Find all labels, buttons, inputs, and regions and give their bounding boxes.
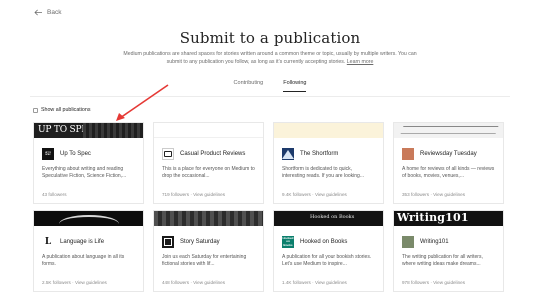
mountain-icon <box>282 148 294 160</box>
publication-banner: Hooked on Books <box>274 211 383 226</box>
publication-banner <box>154 211 263 226</box>
page-title: Submit to a publication <box>179 29 361 47</box>
publication-description: A home for reviews of all kinds — review… <box>402 166 495 180</box>
publication-banner <box>274 123 383 138</box>
show-all-checkbox[interactable] <box>33 107 38 113</box>
publication-name: Reviewsday Tuesday <box>420 151 477 157</box>
learn-more-link[interactable]: Learn more <box>347 59 374 65</box>
publication-meta: 2.5K followers · View guidelines <box>42 280 107 285</box>
banner-text: Writing101 <box>397 211 469 224</box>
back-label: Back <box>47 9 62 16</box>
tab-following[interactable]: Following <box>283 80 307 92</box>
publication-banner: UP TO SPEC <box>34 123 143 138</box>
publication-name: Writing101 <box>420 239 449 245</box>
banner-wave <box>59 215 119 226</box>
publication-logo <box>162 236 174 248</box>
view-guidelines-link[interactable]: View guidelines <box>433 192 465 197</box>
follower-count: 719 followers <box>162 192 190 197</box>
view-guidelines-link[interactable]: View guidelines <box>315 280 347 285</box>
show-all-label: Show all publications <box>41 107 91 113</box>
publication-logo: Hooked on Books <box>282 236 294 248</box>
publication-name: Up To Spec <box>60 151 91 157</box>
publication-grid: UP TO SPEC UP TO SPEC Up To Spec Everyth… <box>33 122 505 292</box>
publication-card-language-is-life[interactable]: L Language is Life A publication about l… <box>33 210 144 292</box>
view-guidelines-link[interactable]: View guidelines <box>75 280 107 285</box>
page-description: Medium publications are shared spaces fo… <box>120 50 420 66</box>
publication-card-up-to-spec[interactable]: UP TO SPEC UP TO SPEC Up To Spec Everyth… <box>33 122 144 204</box>
banner-sketch <box>400 126 499 134</box>
publication-meta: 978 followers · View guidelines <box>402 280 466 285</box>
banner-pattern <box>83 123 143 138</box>
publication-banner: Writing101 <box>394 211 503 226</box>
publication-card-reviewsday-tuesday[interactable]: Reviewsday Tuesday A home for reviews of… <box>393 122 504 204</box>
publication-meta: 719 followers · View guidelines <box>162 192 226 197</box>
tab-contributing[interactable]: Contributing <box>234 80 264 92</box>
publication-meta: 43 followers <box>42 192 67 197</box>
tab-bar: Contributing Following <box>0 80 540 92</box>
publication-banner <box>34 211 143 226</box>
arrow-left-icon <box>34 9 42 16</box>
publication-card-hooked-on-books[interactable]: Hooked on Books Hooked on Books Hooked o… <box>273 210 384 292</box>
publication-banner <box>154 123 263 138</box>
publication-description: Everything about writing and reading Spe… <box>42 166 127 180</box>
laptop-icon <box>162 148 174 160</box>
view-guidelines-link[interactable]: View guidelines <box>193 192 225 197</box>
publication-meta: 448 followers · View guidelines <box>162 280 226 285</box>
follower-count: 353 followers <box>402 192 430 197</box>
publication-logo: UP TO SPEC <box>42 148 54 160</box>
back-link[interactable]: Back <box>34 9 61 16</box>
publication-name: The Shortform <box>300 151 339 157</box>
publication-meta: 353 followers · View guidelines <box>402 192 466 197</box>
logo-text: Hooked on Books <box>282 235 294 247</box>
publication-description: A publication about language in all its … <box>42 254 125 268</box>
publication-card-the-shortform[interactable]: The Shortform Shortform is dedicated to … <box>273 122 384 204</box>
view-guidelines-link[interactable]: View guidelines <box>315 192 347 197</box>
publication-description: Join us each Saturday for entertaining f… <box>162 254 247 268</box>
banner-text: Hooked on Books <box>310 214 355 220</box>
annotation-arrow <box>116 84 169 121</box>
publication-card-writing101[interactable]: Writing101 Writing101 The writing public… <box>393 210 504 292</box>
publication-card-story-saturday[interactable]: Story Saturday Join us each Saturday for… <box>153 210 264 292</box>
publication-description: The writing publication for all writers,… <box>402 254 483 268</box>
follower-count: 978 followers <box>402 280 430 285</box>
tab-divider <box>30 96 510 97</box>
publication-name: Language is Life <box>60 239 105 245</box>
publication-logo: L <box>42 236 54 248</box>
publication-description: Shortform is dedicated to quick, interes… <box>282 166 364 180</box>
publication-banner <box>394 123 503 138</box>
publication-description: This is a place for everyone on Medium t… <box>162 166 255 180</box>
view-guidelines-link[interactable]: View guidelines <box>433 280 465 285</box>
publication-name: Hooked on Books <box>300 239 348 245</box>
follower-count: 9.4K followers <box>282 192 311 197</box>
publication-logo <box>402 236 414 248</box>
publication-meta: 1.4K followers · View guidelines <box>282 280 347 285</box>
publication-name: Story Saturday <box>180 239 220 245</box>
logo-text: UP TO SPEC <box>44 151 52 156</box>
publication-logo <box>402 148 414 160</box>
publication-name: Casual Product Reviews <box>180 151 246 157</box>
follower-count: 2.5K followers <box>42 280 71 285</box>
publication-meta: 9.4K followers · View guidelines <box>282 192 347 197</box>
show-all-toggle[interactable]: Show all publications <box>33 107 90 113</box>
publication-card-casual-product-reviews[interactable]: Casual Product Reviews This is a place f… <box>153 122 264 204</box>
follower-count: 448 followers <box>162 280 190 285</box>
view-guidelines-link[interactable]: View guidelines <box>193 280 225 285</box>
publication-description: A publication for all your bookish stori… <box>282 254 372 268</box>
follower-count: 1.4K followers <box>282 280 311 285</box>
follower-count: 43 followers <box>42 192 67 197</box>
